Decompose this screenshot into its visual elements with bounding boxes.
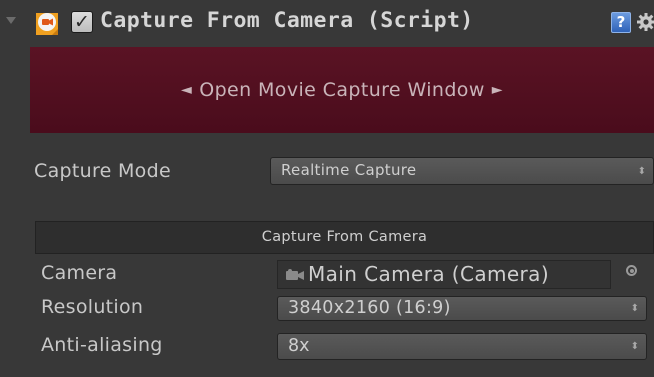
camera-label: Camera — [41, 262, 118, 284]
dropdown-arrows-icon: ⬍ — [630, 341, 639, 352]
capture-mode-dropdown[interactable]: Realtime Capture ⬍ — [270, 157, 654, 185]
anti-aliasing-label: Anti-aliasing — [41, 334, 163, 356]
component-enabled-checkbox[interactable]: ✓ — [71, 11, 93, 33]
capture-mode-value: Realtime Capture — [281, 161, 417, 179]
anti-aliasing-value: 8x — [288, 336, 310, 356]
open-movie-capture-window-button[interactable]: ◄ Open Movie Capture Window ► — [30, 47, 654, 133]
camera-icon — [286, 269, 304, 280]
section-header-capture-from-camera: Capture From Camera — [35, 221, 654, 254]
movie-capture-script-icon — [36, 13, 58, 35]
open-movie-capture-window-label: Open Movie Capture Window — [199, 79, 485, 101]
resolution-dropdown[interactable]: 3840x2160 (16:9) ⬍ — [277, 296, 647, 321]
camera-object-field[interactable]: Main Camera (Camera) — [277, 260, 611, 289]
resolution-label: Resolution — [41, 296, 144, 318]
foldout-arrow-icon[interactable] — [6, 17, 16, 24]
capture-mode-label: Capture Mode — [34, 160, 171, 182]
left-arrow-icon: ◄ — [181, 82, 193, 98]
anti-aliasing-dropdown[interactable]: 8x ⬍ — [277, 333, 647, 360]
resolution-value: 3840x2160 (16:9) — [288, 298, 451, 318]
object-picker-icon[interactable] — [626, 265, 637, 276]
camera-value: Main Camera (Camera) — [308, 262, 550, 286]
help-icon[interactable]: ? — [611, 12, 631, 33]
right-arrow-icon: ► — [491, 82, 503, 98]
component-title: Capture From Camera (Script) — [100, 8, 474, 33]
dropdown-arrows-icon: ⬍ — [637, 166, 646, 177]
gear-icon[interactable] — [636, 12, 654, 32]
dropdown-arrows-icon: ⬍ — [630, 303, 639, 314]
component-header: ✓ Capture From Camera (Script) ? — [0, 0, 654, 46]
